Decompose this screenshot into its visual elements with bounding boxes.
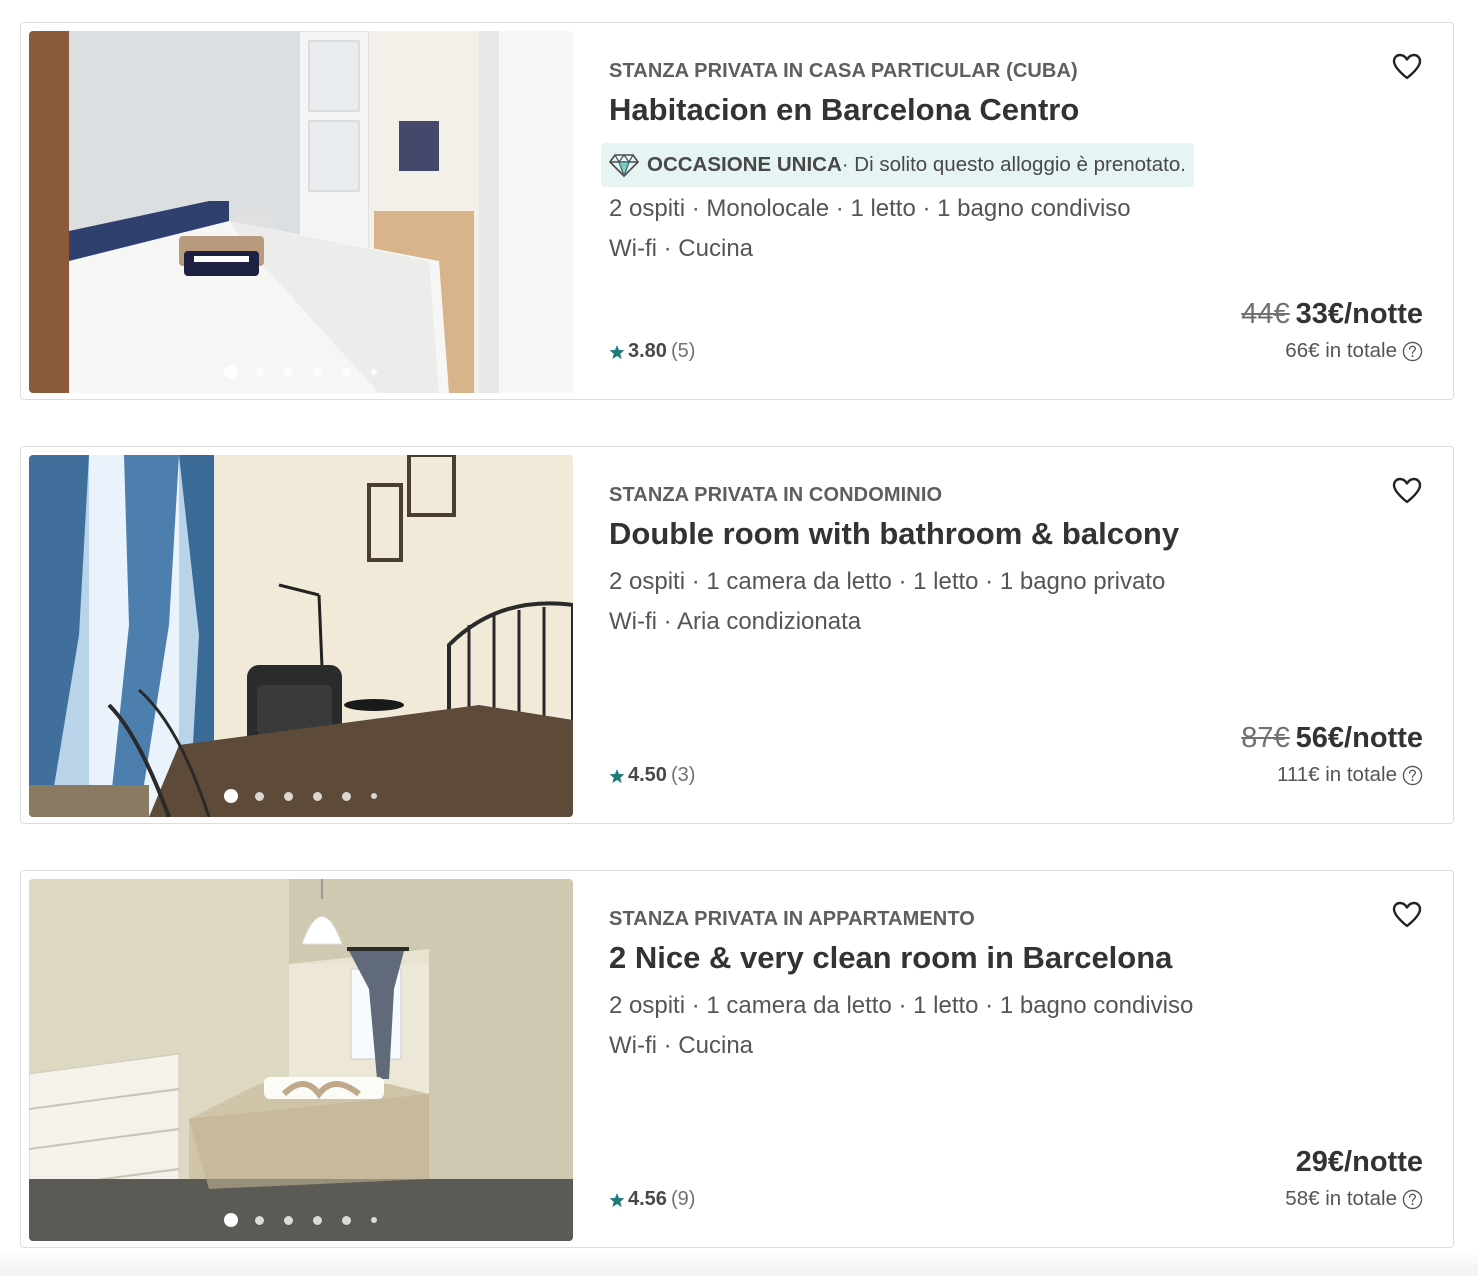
bedroom-photo-3 [29,879,573,1241]
photo-carousel-dots[interactable] [224,1213,377,1227]
listing-card[interactable]: STANZA PRIVATA IN APPARTAMENTO 2 Nice & … [20,870,1454,1248]
question-circle-icon[interactable] [1402,1189,1423,1210]
discounted-price: 33€/notte [1295,298,1423,330]
listing-photo[interactable] [29,879,573,1241]
star-icon [609,768,625,783]
nightly-price: 29€/notte [1296,1146,1423,1179]
carousel-dot[interactable] [371,793,377,799]
nightly-price: 87€ 56€/notte [1241,722,1423,755]
heart-icon[interactable] [1391,475,1423,507]
question-circle-icon[interactable] [1402,341,1423,362]
carousel-dot[interactable] [313,791,322,801]
listing-photo[interactable] [29,31,573,393]
listing-info: STANZA PRIVATA IN APPARTAMENTO 2 Nice & … [609,871,1423,1247]
photo-carousel-dots[interactable] [224,365,377,379]
rating-score: 4.56 [628,1188,667,1210]
carousel-dot[interactable] [313,1215,322,1225]
carousel-dot[interactable] [342,1215,351,1225]
listing-rating: 3.80 (5) [609,340,695,363]
listing-amenities: Wi-fi · Cucina [609,1032,754,1059]
discounted-price: 56€/notte [1295,722,1423,754]
listing-details: 2 ospiti · 1 camera da letto · 1 letto ·… [609,568,1166,595]
total-price-label: 111€ in totale [1276,763,1397,786]
carousel-dot[interactable] [342,367,351,377]
listing-amenities: Wi-fi · Cucina [609,235,754,262]
review-count: (5) [670,340,696,362]
badge-text: · Di solito questo alloggio è prenotato. [841,153,1186,176]
current-price: 29€/notte [1295,1146,1423,1178]
carousel-dot[interactable] [371,369,377,375]
listing-photo[interactable] [29,455,573,817]
total-price: 111€ in totale [1277,763,1423,787]
search-results: STANZA PRIVATA IN CASA PARTICULAR (CUBA)… [0,0,1478,1276]
listing-type: STANZA PRIVATA IN CONDOMINIO [609,484,943,506]
carousel-dot[interactable] [224,1213,238,1227]
listing-info: STANZA PRIVATA IN CONDOMINIO Double room… [609,447,1423,823]
question-circle-icon[interactable] [1402,765,1423,786]
listing-rating: 4.56 (9) [609,1188,695,1211]
listing-rating: 4.50 (3) [609,764,695,787]
bedroom-photo-2 [29,455,573,817]
rare-find-badge: OCCASIONE UNICA · Di solito questo allog… [601,143,1194,187]
listing-title[interactable]: Habitacion en Barcelona Centro [609,92,1079,128]
total-price: 66€ in totale [1285,339,1423,363]
diamond-icon [609,153,639,178]
page-bottom-edge [0,1248,1478,1276]
listing-title[interactable]: Double room with bathroom & balcony [609,516,1179,552]
listing-info: STANZA PRIVATA IN CASA PARTICULAR (CUBA)… [601,23,1423,399]
listing-amenities: Wi-fi · Aria condizionata [609,608,862,635]
listing-card[interactable]: STANZA PRIVATA IN CONDOMINIO Double room… [20,446,1454,824]
star-icon [609,1192,625,1207]
review-count: (9) [670,1188,696,1210]
listing-details: 2 ospiti · 1 camera da letto · 1 letto ·… [609,992,1194,1019]
carousel-dot[interactable] [371,1217,377,1223]
heart-icon[interactable] [1391,51,1423,83]
total-price: 58€ in totale [1285,1187,1423,1211]
listing-details: 2 ospiti · Monolocale · 1 letto · 1 bagn… [609,195,1131,222]
carousel-dot[interactable] [342,791,351,801]
carousel-dot[interactable] [255,1215,264,1225]
rating-score: 3.80 [628,340,667,362]
listing-type: STANZA PRIVATA IN APPARTAMENTO [609,908,975,930]
bedroom-photo-1 [29,31,573,393]
carousel-dot[interactable] [284,367,293,377]
nightly-price: 44€ 33€/notte [1241,298,1423,331]
carousel-dot[interactable] [313,367,322,377]
listing-card[interactable]: STANZA PRIVATA IN CASA PARTICULAR (CUBA)… [20,22,1454,400]
original-price: 44€ [1241,298,1290,330]
badge-label: OCCASIONE UNICA [647,153,842,176]
total-price-label: 66€ in totale [1285,339,1397,362]
listing-title[interactable]: 2 Nice & very clean room in Barcelona [609,940,1172,976]
rating-score: 4.50 [628,764,667,786]
original-price: 87€ [1241,722,1290,754]
review-count: (3) [670,764,696,786]
carousel-dot[interactable] [255,367,264,377]
carousel-dot[interactable] [224,789,238,803]
carousel-dot[interactable] [255,791,264,801]
total-price-label: 58€ in totale [1285,1187,1397,1210]
carousel-dot[interactable] [284,1215,293,1225]
carousel-dot[interactable] [224,365,238,379]
heart-icon[interactable] [1391,899,1423,931]
carousel-dot[interactable] [284,791,293,801]
listing-type: STANZA PRIVATA IN CASA PARTICULAR (CUBA) [609,60,1078,82]
photo-carousel-dots[interactable] [224,789,377,803]
star-icon [609,344,625,359]
